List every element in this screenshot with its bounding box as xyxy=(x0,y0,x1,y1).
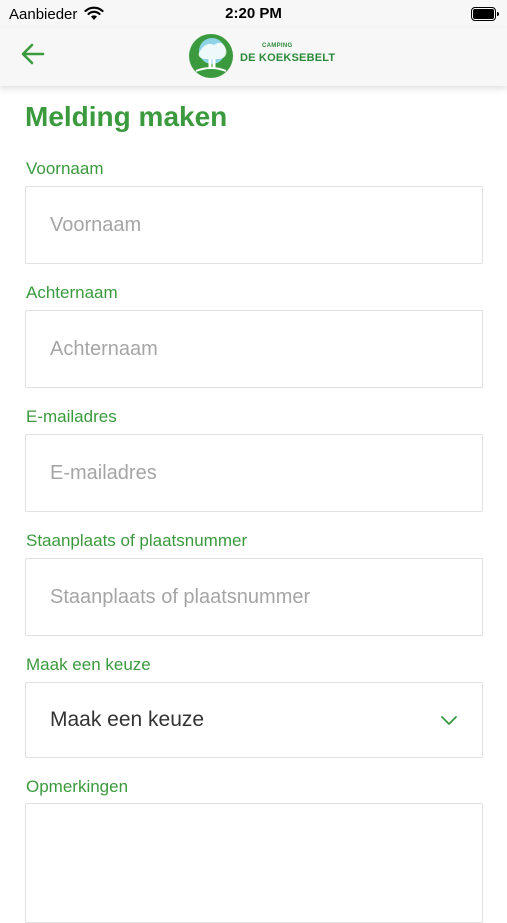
remarks-label: Opmerkingen xyxy=(26,777,129,796)
chevron-down-icon xyxy=(441,716,457,725)
back-arrow-icon[interactable] xyxy=(18,40,48,68)
page-title: Melding maken xyxy=(25,101,228,132)
email-input[interactable]: E-mailadres xyxy=(25,434,483,512)
status-bar: Aanbieder 2:20 PM xyxy=(0,0,507,28)
navigation-bar: CAMPING DE KOEKSEBELT xyxy=(0,28,507,86)
battery-icon xyxy=(471,7,499,21)
pitch-number-input[interactable]: Staanplaats of plaatsnummer xyxy=(25,558,483,636)
remarks-textarea[interactable] xyxy=(25,803,483,923)
last-name-placeholder: Achternaam xyxy=(50,337,158,360)
pitch-number-label: Staanplaats of plaatsnummer xyxy=(26,531,248,550)
logo-small-text: CAMPING xyxy=(262,43,293,49)
choice-select-value: Maak een keuze xyxy=(50,708,205,731)
first-name-placeholder: Voornaam xyxy=(50,213,142,236)
pitch-number-placeholder: Staanplaats of plaatsnummer xyxy=(50,585,311,608)
first-name-input[interactable]: Voornaam xyxy=(25,186,483,264)
email-label: E-mailadres xyxy=(26,407,117,426)
last-name-label: Achternaam xyxy=(26,283,118,302)
logo-title-text: DE KOEKSEBELT xyxy=(240,52,336,64)
email-placeholder: E-mailadres xyxy=(50,461,157,484)
first-name-label: Voornaam xyxy=(26,159,104,178)
choice-select[interactable]: Maak een keuze xyxy=(25,682,483,758)
status-time: 2:20 PM xyxy=(225,5,282,22)
last-name-input[interactable]: Achternaam xyxy=(25,310,483,388)
report-form: Melding maken Voornaam Voornaam Achterna… xyxy=(0,86,507,923)
choice-label: Maak een keuze xyxy=(26,655,151,674)
